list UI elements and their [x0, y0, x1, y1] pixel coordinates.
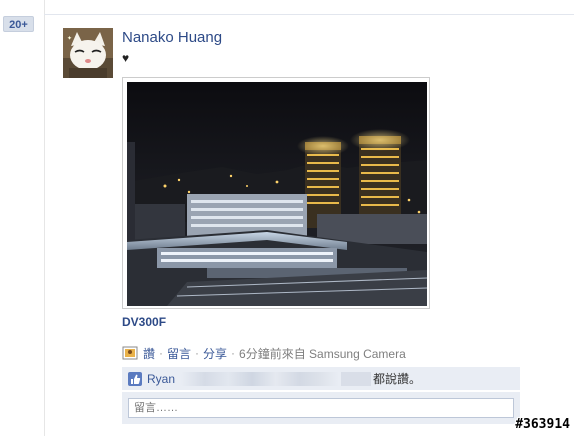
post-message: ♥ [122, 51, 130, 65]
watermark: #363914 [515, 417, 570, 432]
separator: · [231, 346, 236, 360]
comment-input[interactable] [128, 398, 514, 418]
liker-name-link[interactable]: Ryan [147, 372, 175, 386]
photo-caption-link[interactable]: DV300F [122, 315, 166, 329]
post-actions-row: 讚 · 留言 · 分享 · 6分鐘前來自 Samsung Camera [122, 345, 406, 361]
separator: · [195, 346, 200, 360]
redacted-names [181, 371, 340, 386]
author-name-link[interactable]: Nanako Huang [122, 29, 222, 46]
night-city-photo[interactable] [127, 82, 427, 306]
thumbs-up-icon [128, 371, 142, 386]
share-link[interactable]: 分享 [203, 345, 227, 362]
photo-image [127, 82, 427, 306]
avatar[interactable]: ✦ [63, 28, 113, 78]
photo-frame[interactable] [122, 77, 430, 309]
timestamp-source[interactable]: 6分鐘前來自 Samsung Camera [239, 345, 406, 362]
comment-link[interactable]: 留言 [167, 345, 191, 362]
likes-suffix: 都說讚。 [373, 372, 422, 386]
redacted-names [341, 371, 372, 386]
like-link[interactable]: 讚 [143, 345, 155, 362]
left-rail: 20+ [0, 0, 45, 436]
svg-text:✦: ✦ [67, 35, 72, 42]
comment-composer [122, 392, 520, 424]
count-badge[interactable]: 20+ [3, 16, 34, 32]
cartoon-cat-avatar-icon: ✦ [63, 28, 113, 78]
separator: · [159, 346, 164, 360]
divider [44, 14, 574, 15]
photo-album-icon [122, 346, 138, 360]
likes-summary: Ryan 都說讚。 [122, 367, 520, 391]
